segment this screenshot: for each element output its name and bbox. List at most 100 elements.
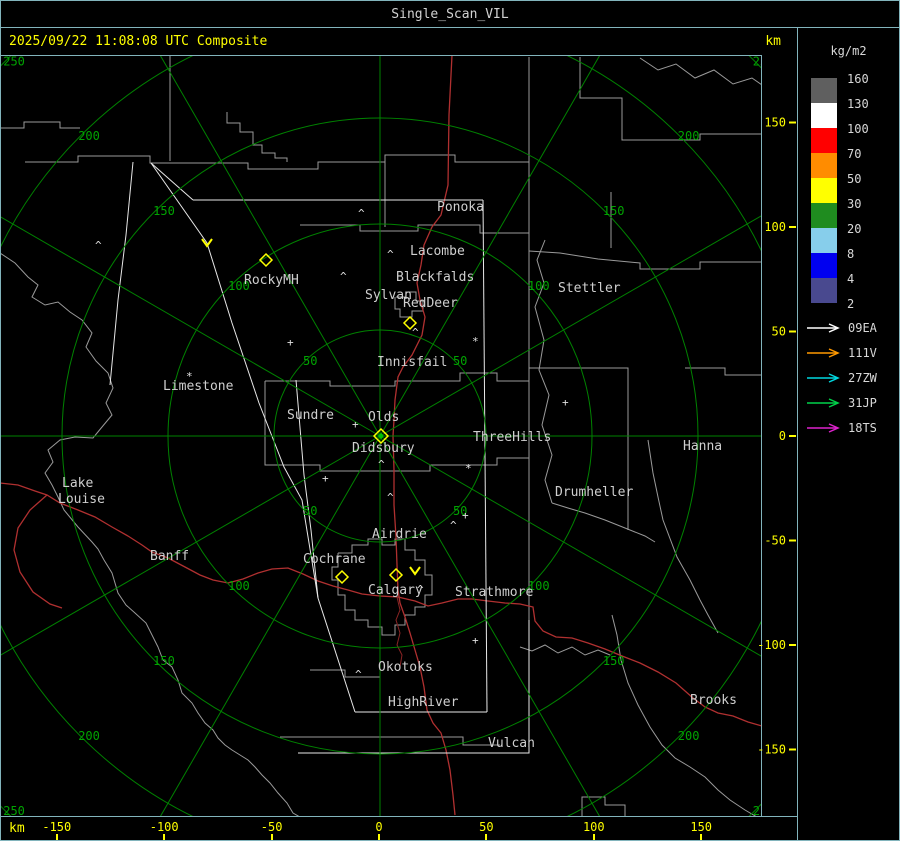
map-place-label: Lake — [62, 476, 93, 491]
station-arrow-icon — [807, 323, 840, 333]
ring-distance-label: 150 — [603, 654, 625, 668]
right-axis-label: -50 — [764, 534, 786, 548]
color-scale-block — [811, 253, 837, 278]
station-row: 09EA — [804, 321, 899, 335]
right-axis-tick — [789, 539, 796, 542]
boundary-line — [0, 252, 301, 817]
plus-marker: + — [472, 634, 479, 647]
caret-marker: ^ — [412, 326, 419, 339]
bottom-axis-label: 50 — [479, 820, 494, 834]
bottom-axis-label: 0 — [375, 820, 383, 834]
plus-marker: + — [287, 336, 294, 349]
boundary-line — [647, 439, 719, 634]
scan-timestamp: 2025/09/22 11:08:08 UTC Composite — [9, 34, 268, 49]
map-viewport[interactable]: 50 50 50 50 100 100 100 100 150 150 150 150 200 200 20… — [0, 55, 798, 817]
bottom-axis-bar: km -150 -100 -50 0 50 100 150 — [0, 816, 798, 841]
color-scale-block — [811, 128, 837, 153]
right-axis-tick — [789, 121, 796, 124]
boundary-line — [639, 57, 762, 86]
bottom-axis-tick — [700, 834, 703, 840]
color-scale-value: 160 — [847, 72, 869, 86]
map-place-label: Brooks — [690, 693, 737, 708]
bottom-axis-tick — [163, 834, 166, 840]
ring-distance-label: 200 — [78, 729, 100, 743]
caret-marker: ^ — [378, 458, 385, 471]
info-bar: 2025/09/22 11:08:08 UTC Composite km — [0, 27, 798, 56]
plus-marker: + — [562, 396, 569, 409]
ring-distance-label: 200 — [678, 129, 700, 143]
caret-marker: ^ — [417, 583, 424, 596]
station-row: 18TS — [804, 421, 899, 435]
map-place-label: RedDeer — [403, 296, 458, 311]
map-place-label: RockyMH — [244, 273, 299, 288]
ring-distance-label: 250 — [753, 804, 775, 817]
bottom-axis-label: 100 — [582, 820, 605, 834]
caret-marker: ^ — [450, 519, 457, 532]
coverage-outline — [150, 162, 356, 713]
map-place-label: Olds — [368, 410, 399, 425]
bottom-axis-label: -50 — [260, 820, 283, 834]
station-id: 31JP — [848, 396, 877, 410]
boundary-line — [0, 121, 80, 129]
bottom-axis-tick — [485, 834, 488, 840]
asterisk-marker: * — [472, 335, 479, 348]
map-place-label: Banff — [150, 549, 189, 564]
ring-distance-label: 250 — [3, 55, 25, 68]
color-scale-value: 20 — [847, 222, 862, 236]
color-scale-value: 70 — [847, 147, 862, 161]
boundary-line — [310, 669, 380, 678]
map-place-label: Limestone — [163, 379, 234, 394]
color-scale-block — [811, 203, 837, 228]
map-place-label: HighRiver — [388, 695, 459, 710]
color-scale-block — [811, 78, 837, 103]
color-scale-block — [811, 278, 837, 303]
window-title: Single_Scan_VIL — [391, 6, 509, 22]
coverage-outline — [150, 162, 194, 201]
boundary-line — [25, 154, 529, 170]
radar-site-diamond — [388, 567, 404, 583]
boundary-line — [551, 502, 656, 543]
ring-distance-label: 50 — [453, 354, 467, 368]
asterisk-marker: * — [465, 462, 472, 475]
boundary-line — [528, 250, 762, 270]
boundary-line — [529, 367, 629, 530]
axis-unit-bottom: km — [9, 821, 25, 836]
map-place-label: Drumheller — [555, 485, 633, 500]
map-place-label: Vulcan — [488, 736, 535, 751]
map-place-label: Blackfalds — [396, 270, 474, 285]
caret-marker: ^ — [387, 491, 394, 504]
boundary-line — [280, 736, 500, 746]
caret-marker: ^ — [95, 239, 102, 252]
ring-distance-label: 150 — [603, 204, 625, 218]
color-scale-value: 30 — [847, 197, 862, 211]
right-axis-label: 0 — [779, 429, 786, 443]
color-scale-block — [811, 228, 837, 253]
map-place-label: Calgary — [368, 583, 423, 598]
station-id: 09EA — [848, 321, 877, 335]
coverage-outline — [109, 161, 134, 386]
bottom-axis-tick — [55, 834, 58, 840]
bottom-axis-tick — [270, 834, 273, 840]
ring-distance-label: 50 — [303, 504, 317, 518]
right-axis-tick — [789, 644, 796, 646]
bottom-axis-label: -100 — [149, 820, 179, 834]
right-axis-tick — [789, 226, 796, 228]
plus-marker: + — [352, 418, 359, 431]
map-place-label: Stettler — [558, 281, 621, 296]
map-place-label: Sundre — [287, 408, 334, 423]
ring-distance-label: 50 — [303, 354, 317, 368]
radial-line — [159, 435, 381, 817]
right-axis-tick — [789, 330, 796, 333]
boundary-line — [685, 367, 762, 376]
radial-line — [0, 216, 381, 437]
map-place-label: Okotoks — [378, 660, 433, 675]
radar-map[interactable]: 5050505010010010010015015015015020020020… — [0, 55, 798, 817]
ring-distance-label: 250 — [3, 804, 25, 817]
ring-distance-label: 100 — [228, 579, 250, 593]
legend-panel: kg/m2 160 130 100 70 50 30 20 8 4 2 09EA 111V 27ZW 3… — [797, 27, 900, 841]
bottom-axis-label: 150 — [690, 820, 713, 834]
ring-distance-label: 150 — [153, 654, 175, 668]
map-place-label: Didsbury — [352, 441, 415, 456]
color-scale-value: 130 — [847, 97, 869, 111]
color-scale-block — [811, 153, 837, 178]
